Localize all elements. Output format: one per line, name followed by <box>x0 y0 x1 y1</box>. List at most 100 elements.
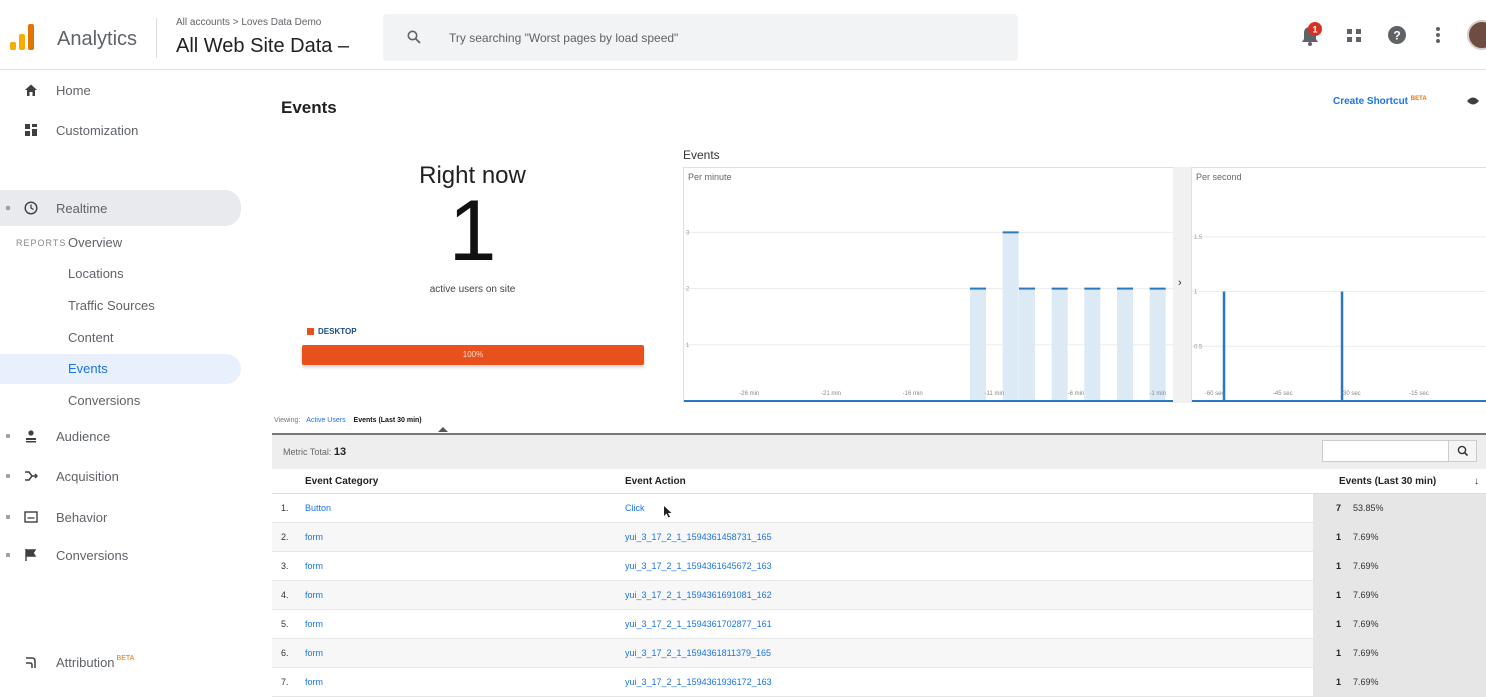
per-minute-chart-panel: Per minute 1 2 3 -26 min -21 min -16 min -11 m… <box>683 167 1174 404</box>
sidebar-subitem-events[interactable]: Events <box>68 361 108 376</box>
x-tick-label: -30 sec <box>1341 391 1361 397</box>
per-second-chart-panel: Per second 0.5 1 1.5 -60 sec -45 sec -30 sec -… <box>1191 167 1486 403</box>
table-row[interactable]: 1. Button Click 7 53.85% <box>272 494 1486 523</box>
reports-section-label: REPORTS <box>16 238 67 248</box>
table-row[interactable]: 2. form yui_3_17_2_1_1594361458731_165 1 7.6… <box>272 523 1486 552</box>
column-header-category[interactable]: Event Category <box>305 476 378 487</box>
event-action-link[interactable]: yui_3_17_2_1_1594361702877_161 <box>625 619 772 629</box>
events-percent: 7.69% <box>1353 590 1379 600</box>
apps-grid-icon[interactable] <box>1345 22 1365 48</box>
search-bar[interactable]: Try searching "Worst pages by load speed… <box>383 14 1018 61</box>
event-action-link[interactable]: yui_3_17_2_1_1594361645672_163 <box>625 561 772 571</box>
user-avatar[interactable] <box>1467 20 1486 50</box>
event-category-link[interactable]: form <box>305 677 323 687</box>
sidebar-subitem-overview[interactable]: Overview <box>68 235 122 250</box>
intelligence-icon[interactable] <box>1466 96 1480 106</box>
desktop-legend-label: DESKTOP <box>318 327 357 336</box>
property-selector[interactable]: All Web Site Data – <box>176 35 349 58</box>
events-count: 7 <box>1336 503 1342 513</box>
table-row[interactable]: 5. form yui_3_17_2_1_1594361702877_161 1 7.6… <box>272 610 1486 639</box>
sidebar-label-customization: Customization <box>56 122 139 138</box>
viewing-label: Viewing: <box>274 417 301 424</box>
page-title: Events <box>281 98 337 117</box>
per-second-chart[interactable]: 0.5 1 1.5 -60 sec -45 sec -30 sec -15 sec <box>1192 168 1486 404</box>
y-tick-label: 3 <box>686 230 690 236</box>
sidebar-item-realtime[interactable]: Realtime <box>0 190 241 226</box>
flag-icon <box>25 549 37 561</box>
per-minute-chart[interactable]: 1 2 3 -26 min -21 min -16 min -11 min -6 min -1 … <box>684 168 1174 404</box>
table-search-button[interactable] <box>1448 441 1476 461</box>
chart-splitter[interactable]: › <box>1173 167 1191 403</box>
x-tick-label: -21 min <box>821 391 841 397</box>
row-number: 1. <box>281 503 289 513</box>
x-tick-label: -6 min <box>1068 391 1085 397</box>
sidebar-subitem-content[interactable]: Content <box>68 330 114 345</box>
analytics-logo-icon[interactable] <box>10 24 38 50</box>
table-row[interactable]: 6. form yui_3_17_2_1_1594361811379_165 1 7.6… <box>272 639 1486 668</box>
events-percent: 7.69% <box>1353 561 1379 571</box>
sidebar-subitem-traffic-sources[interactable]: Traffic Sources <box>68 298 155 313</box>
acquisition-icon <box>25 471 38 481</box>
sidebar-label-realtime: Realtime <box>56 200 108 216</box>
events-percent: 7.69% <box>1353 677 1379 687</box>
event-action-link[interactable]: yui_3_17_2_1_1594361458731_165 <box>625 532 772 542</box>
bar <box>1051 288 1068 401</box>
x-tick-label: -60 sec <box>1205 391 1225 397</box>
help-icon[interactable]: ? <box>1386 22 1408 48</box>
event-action-link[interactable]: yui_3_17_2_1_1594361811379_165 <box>625 648 771 658</box>
y-tick-label: 1.5 <box>1194 235 1203 241</box>
x-tick-label: -16 min <box>903 391 923 397</box>
event-action-link[interactable]: yui_3_17_2_1_1594361936172_163 <box>625 677 772 687</box>
table-header: Event Category Event Action Events (Last… <box>272 470 1486 494</box>
bar <box>1340 291 1344 401</box>
mouse-cursor-icon <box>664 506 672 518</box>
events-percent: 7.69% <box>1353 648 1379 658</box>
behavior-icon <box>24 511 38 523</box>
table-row[interactable]: 4. form yui_3_17_2_1_1594361691081_162 1 7.6… <box>272 581 1486 610</box>
column-header-action[interactable]: Event Action <box>625 476 686 487</box>
table-row[interactable]: 3. form yui_3_17_2_1_1594361645672_163 1 7.6… <box>272 552 1486 581</box>
event-category-link[interactable]: form <box>305 590 323 600</box>
bar <box>1084 288 1101 401</box>
x-tick-label: -45 sec <box>1273 391 1293 397</box>
search-input[interactable]: Try searching "Worst pages by load speed… <box>449 31 678 45</box>
notifications-bell-icon[interactable]: 1 <box>1298 22 1324 48</box>
search-icon <box>1457 445 1469 457</box>
view-events-tab[interactable]: Events (Last 30 min) <box>354 417 422 424</box>
event-category-link[interactable]: Button <box>305 503 331 513</box>
active-users-count: 1 <box>448 183 497 279</box>
desktop-share-bar[interactable]: 100% <box>302 345 644 365</box>
viewing-toggle: Viewing: Active Users Events (Last 30 mi… <box>274 417 422 424</box>
table-search-input[interactable] <box>1322 440 1477 462</box>
event-category-link[interactable]: form <box>305 648 323 658</box>
sidebar-label-audience: Audience <box>56 428 111 444</box>
search-icon <box>407 30 421 44</box>
event-category-link[interactable]: form <box>305 532 323 542</box>
expand-caret-icon <box>6 206 10 210</box>
row-number: 7. <box>281 677 289 687</box>
event-category-link[interactable]: form <box>305 619 323 629</box>
create-shortcut-text: Create Shortcut <box>1333 96 1409 107</box>
sidebar-subitem-locations[interactable]: Locations <box>68 266 124 281</box>
x-tick-label: -26 min <box>739 391 759 397</box>
create-shortcut-link[interactable]: Create Shortcut BETA <box>1333 96 1427 107</box>
sidebar-subitem-conversions[interactable]: Conversions <box>68 393 140 408</box>
sort-descending-icon[interactable]: ↓ <box>1474 476 1479 487</box>
view-active-users-link[interactable]: Active Users <box>306 417 345 424</box>
sidebar-label-behavior: Behavior <box>56 509 108 525</box>
chevron-right-icon: › <box>1178 277 1182 289</box>
bar <box>1222 291 1226 401</box>
x-tick-label: -11 min <box>985 391 1005 397</box>
account-breadcrumb[interactable]: All accounts > Loves Data Demo <box>176 17 321 28</box>
more-options-icon[interactable] <box>1433 22 1443 48</box>
row-number: 3. <box>281 561 289 571</box>
column-header-events[interactable]: Events (Last 30 min) <box>1339 476 1436 487</box>
row-number: 4. <box>281 590 289 600</box>
events-count: 1 <box>1336 648 1342 658</box>
event-action-link[interactable]: yui_3_17_2_1_1594361691081_162 <box>625 590 772 600</box>
metric-total: Metric Total: 13 <box>283 446 346 458</box>
table-row[interactable]: 7. form yui_3_17_2_1_1594361936172_163 1 7.6… <box>272 668 1486 697</box>
event-action-link[interactable]: Click <box>625 503 645 513</box>
event-category-link[interactable]: form <box>305 561 323 571</box>
beta-badge: BETA <box>116 654 135 662</box>
